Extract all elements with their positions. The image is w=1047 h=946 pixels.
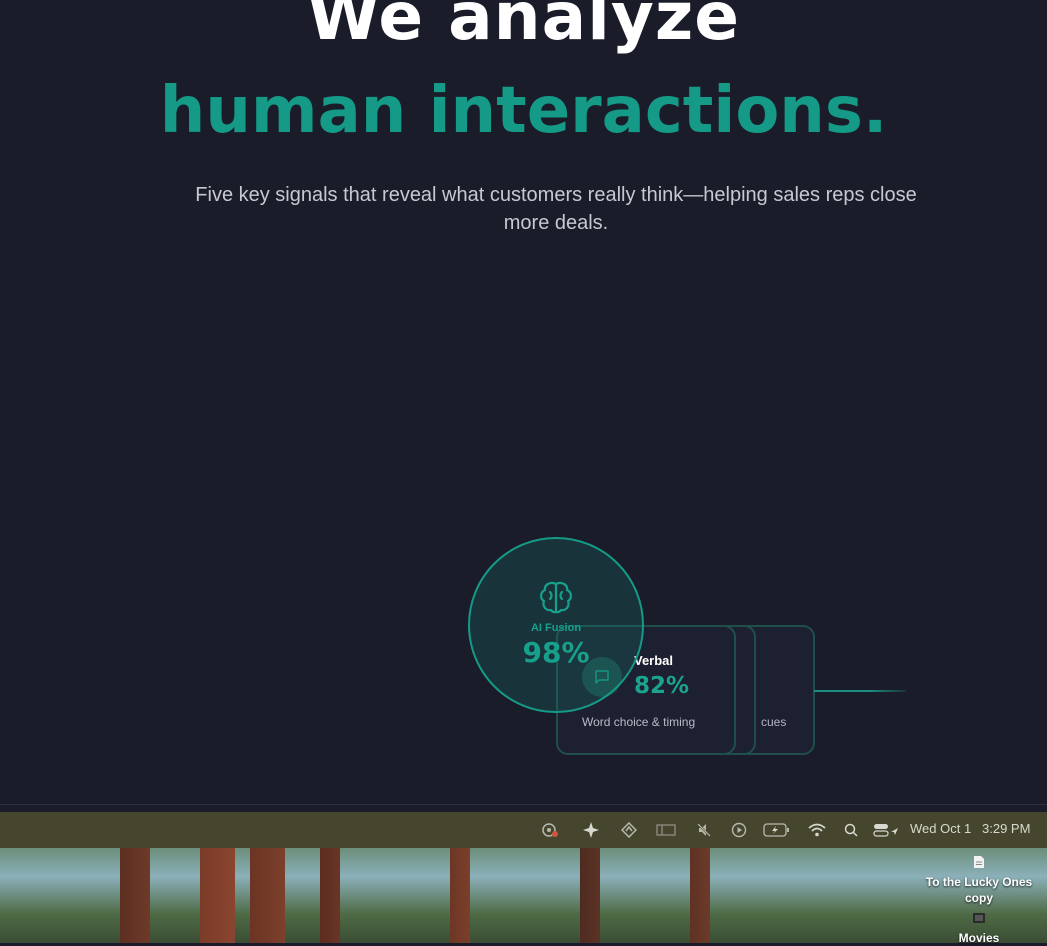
- search-icon[interactable]: [840, 819, 862, 841]
- window-bottom-divider: [0, 804, 1047, 805]
- document-icon[interactable]: [972, 855, 986, 869]
- ai-fusion-percent: 98%: [522, 636, 590, 669]
- control-center-icon[interactable]: [872, 819, 900, 841]
- hero-heading-line1: We analyze: [306, 0, 741, 55]
- wifi-icon[interactable]: [806, 819, 828, 841]
- verbal-signal-percent: 82%: [634, 673, 690, 699]
- menubar-time[interactable]: 3:29 PM: [982, 821, 1030, 836]
- desktop-item-movies[interactable]: Movies: [918, 930, 1040, 946]
- brain-icon: [536, 578, 576, 618]
- sparkle-icon[interactable]: [580, 819, 602, 841]
- hero-heading-line2: human interactions.: [159, 74, 888, 148]
- desktop-wallpaper: [0, 848, 1047, 943]
- play-icon[interactable]: [728, 819, 750, 841]
- mute-icon[interactable]: [693, 819, 715, 841]
- folder-icon[interactable]: [972, 911, 986, 925]
- battery-icon[interactable]: [762, 819, 792, 841]
- window-icon[interactable]: [655, 819, 677, 841]
- web-page: We analyze human interactions. Five key …: [0, 0, 1047, 805]
- menubar-date[interactable]: Wed Oct 1: [910, 821, 971, 836]
- hero-subtitle: Five key signals that reveal what custom…: [195, 184, 917, 234]
- screen-record-icon[interactable]: [539, 819, 561, 841]
- location-arrow-icon[interactable]: [618, 819, 640, 841]
- verbal-signal-description: Word choice & timing: [582, 715, 696, 729]
- desktop-item-document[interactable]: To the Lucky Ones copy: [918, 874, 1040, 906]
- signal-connector-line: [814, 690, 906, 692]
- ai-fusion-label: AI Fusion: [530, 622, 582, 634]
- signal-card-back-description: cues: [761, 715, 787, 729]
